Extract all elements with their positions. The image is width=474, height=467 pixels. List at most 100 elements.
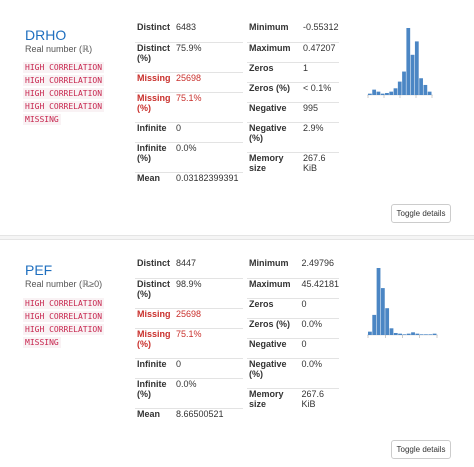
stat-key: Minimum	[249, 22, 289, 32]
histogram-bar	[372, 314, 377, 335]
variable-card-drho: DRHO Real number (ℝ) HIGH CORRELATION HI…	[0, 0, 474, 235]
stat-key: Negative (%)	[247, 357, 298, 388]
stat-value: 0.0%	[297, 317, 339, 338]
stat-value: 75.1%	[172, 327, 243, 358]
stat-value: 0	[297, 297, 339, 318]
stats-table-left: Distinct 6483 Distinct (%) 75.9% Missing 25…	[135, 22, 243, 192]
histogram-bar	[428, 334, 433, 335]
histogram-thumbnail[interactable]	[365, 22, 435, 107]
variable-name[interactable]: PEF	[25, 262, 52, 278]
histogram-bar	[423, 84, 428, 95]
stat-value: 267.6 KiB	[299, 151, 339, 182]
stat-key: Missing	[135, 307, 172, 328]
histogram-bar	[411, 332, 415, 335]
stat-value: 0	[172, 121, 243, 142]
stat-key: Missing (%)	[135, 327, 172, 358]
warning-badge: HIGH CORRELATION	[23, 62, 105, 73]
stat-key: Negative	[247, 101, 299, 122]
stat-key: Infinite (%)	[135, 377, 172, 408]
stat-value: 2.9%	[299, 121, 339, 152]
stat-value: 75.9%	[172, 41, 243, 72]
stats-table-right: Minimum -0.55312 Maximum 0.47207 Zeros 1 Ze…	[247, 22, 339, 182]
stat-key: Minimum	[249, 258, 289, 268]
histogram-bar	[376, 268, 381, 335]
histogram-bar	[427, 91, 432, 95]
stat-key: Maximum	[247, 277, 298, 298]
histogram-bar	[406, 28, 411, 95]
stat-value: 0.47207	[299, 41, 339, 62]
stat-key: Distinct (%)	[135, 41, 172, 72]
stat-key: Distinct	[137, 258, 171, 268]
stat-key: Zeros	[247, 297, 298, 318]
variable-type: Real number (ℝ)	[25, 44, 93, 54]
stat-key: Mean	[135, 407, 172, 428]
histogram-bar	[432, 333, 437, 335]
histogram-bar	[393, 88, 398, 95]
stats-table-left: Distinct 8447 Distinct (%) 98.9% Missing 25…	[135, 258, 243, 428]
stat-key: Maximum	[247, 41, 299, 62]
histogram-bar	[414, 41, 419, 95]
histogram-bar	[402, 71, 406, 95]
stat-key: Negative (%)	[247, 121, 299, 152]
stat-value: -0.55312	[303, 22, 339, 32]
stat-key: Mean	[135, 171, 172, 192]
histogram-thumbnail[interactable]	[365, 262, 440, 347]
histogram-bar	[415, 333, 420, 335]
toggle-details-button[interactable]: Toggle details	[391, 440, 451, 459]
stat-value: 75.1%	[172, 91, 243, 122]
histogram-bar	[398, 333, 402, 335]
stat-value: 0.0%	[297, 357, 339, 388]
stat-value: 25698	[172, 71, 243, 92]
histogram-bar	[380, 93, 385, 95]
stat-key: Infinite	[135, 357, 172, 378]
warning-badge: MISSING	[23, 337, 61, 348]
stat-value: 0.0%	[172, 377, 243, 408]
stat-value: 8447	[176, 258, 197, 268]
stat-value: 995	[299, 101, 339, 122]
stat-key: Distinct (%)	[135, 277, 172, 308]
variable-name[interactable]: DRHO	[25, 27, 66, 43]
histogram-bar	[397, 81, 402, 95]
histogram-bar	[389, 91, 394, 95]
stat-key: Memory size	[247, 387, 298, 418]
stat-value: 0.0%	[172, 141, 243, 172]
histogram-bar	[389, 328, 394, 335]
stat-value: 45.42181	[297, 277, 339, 298]
stat-key: Missing	[135, 71, 172, 92]
histogram-bar	[372, 89, 377, 95]
stat-key: Zeros	[247, 61, 299, 82]
stat-value: 267.6 KiB	[297, 387, 339, 418]
histogram-bar	[424, 334, 428, 335]
histogram-bar	[380, 288, 385, 335]
histogram-bar	[406, 333, 411, 335]
histogram-bar	[368, 93, 372, 95]
warning-badge: HIGH CORRELATION	[23, 324, 105, 335]
stat-key: Missing (%)	[135, 91, 172, 122]
histogram-bar	[402, 334, 407, 335]
stat-key: Negative	[247, 337, 298, 358]
stat-value: 6483	[176, 22, 197, 32]
stat-value: 0	[172, 357, 243, 378]
stat-value: 1	[299, 61, 339, 82]
histogram-bar	[376, 91, 381, 95]
histogram-bar	[368, 331, 372, 335]
histogram-bar	[419, 78, 423, 95]
stat-key: Memory size	[247, 151, 299, 182]
warning-badge: HIGH CORRELATION	[23, 75, 105, 86]
warning-badge: HIGH CORRELATION	[23, 88, 105, 99]
stat-value: < 0.1%	[299, 81, 339, 102]
stat-key: Infinite	[135, 121, 172, 142]
warning-badge: MISSING	[23, 114, 61, 125]
stat-value: 98.9%	[172, 277, 243, 308]
histogram-bar	[385, 92, 389, 95]
warning-badge: HIGH CORRELATION	[23, 101, 105, 112]
stat-key: Distinct	[137, 22, 171, 32]
toggle-details-button[interactable]: Toggle details	[391, 204, 451, 223]
warning-badge: HIGH CORRELATION	[23, 311, 105, 322]
stat-key: Infinite (%)	[135, 141, 172, 172]
warning-badge: HIGH CORRELATION	[23, 298, 105, 309]
stat-key: Zeros (%)	[247, 317, 298, 338]
stat-value: 0	[297, 337, 339, 358]
variable-card-pef: PEF Real number (ℝ≥0) HIGH CORRELATION H…	[0, 240, 474, 467]
variable-type: Real number (ℝ≥0)	[25, 279, 103, 289]
